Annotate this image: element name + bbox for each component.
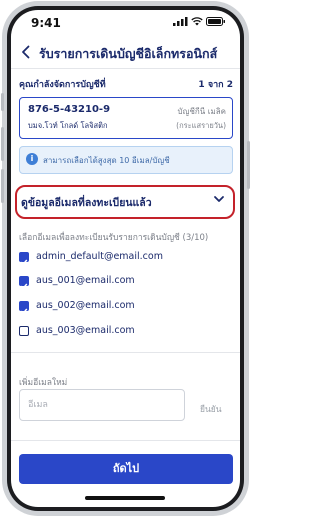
mute-switch bbox=[1, 93, 4, 111]
email-address: aus_003@email.com bbox=[36, 325, 135, 336]
power-button bbox=[247, 141, 250, 189]
checkbox-checked[interactable] bbox=[19, 252, 29, 266]
account-name: บมจ.โวท์ โกลด์ โลจิสติก bbox=[28, 121, 108, 130]
cellular-signal-icon bbox=[173, 17, 188, 26]
email-address: aus_002@email.com bbox=[36, 300, 135, 311]
volume-up-button bbox=[1, 127, 4, 161]
chevron-left-icon[interactable] bbox=[21, 45, 31, 59]
email-selection-label: เลือกอีเมลเพื่อลงทะเบียนรับรายการเดินบัญ… bbox=[19, 233, 209, 243]
app-header: รับรายการเดินบัญชีอิเล็กทรอนิกส์ bbox=[11, 38, 240, 66]
email-address: admin_default@email.com bbox=[36, 251, 163, 262]
account-number: 876-5-43210-9 bbox=[28, 104, 111, 115]
email-address: aus_001@email.com bbox=[36, 275, 135, 286]
account-type: บัญชีกีนี เมลิค bbox=[177, 107, 226, 116]
account-subtype: (กระแสรายวัน) bbox=[176, 121, 226, 130]
checkmark-icon bbox=[20, 259, 28, 266]
checkbox-checked[interactable] bbox=[19, 276, 29, 290]
section-divider bbox=[11, 352, 240, 353]
info-banner-text: สามารถเลือกได้สูงสุด 10 อีเมล/บัญชี bbox=[43, 156, 170, 165]
checkbox-unchecked[interactable] bbox=[19, 326, 29, 336]
chevron-down-icon bbox=[214, 196, 224, 202]
registered-emails-dropdown[interactable]: ดูข้อมูลอีเมลที่ลงทะเบียนแล้ว bbox=[21, 191, 227, 213]
info-banner: i สามารถเลือกได้สูงสุด 10 อีเมล/บัญชี bbox=[19, 146, 233, 174]
account-card: 876-5-43210-9 บมจ.โวท์ โกลด์ โลจิสติก บั… bbox=[19, 97, 233, 139]
info-icon: i bbox=[26, 153, 38, 165]
dropdown-label: ดูข้อมูลอีเมลที่ลงทะเบียนแล้ว bbox=[21, 197, 152, 209]
checkmark-icon bbox=[20, 283, 28, 290]
header-divider bbox=[11, 68, 240, 69]
page-indicator: 1 จาก 2 bbox=[198, 80, 233, 90]
footer-divider bbox=[11, 440, 240, 441]
page-title: รับรายการเดินบัญชีอิเล็กทรอนิกส์ bbox=[39, 46, 218, 61]
volume-down-button bbox=[1, 169, 4, 203]
confirm-email-button[interactable]: ยืนยัน bbox=[200, 402, 222, 416]
status-icons bbox=[173, 17, 226, 26]
home-indicator bbox=[85, 496, 165, 500]
status-time: 9:41 bbox=[31, 16, 61, 30]
status-bar: 9:41 bbox=[11, 10, 240, 36]
wifi-icon bbox=[191, 17, 203, 26]
account-manage-label: คุณกำลังจัดการบัญชีที่ bbox=[19, 80, 106, 90]
checkmark-icon bbox=[20, 308, 28, 315]
add-email-label: เพิ่มอีเมลใหม่ bbox=[19, 378, 68, 388]
new-email-input[interactable] bbox=[19, 389, 185, 421]
battery-icon bbox=[206, 17, 225, 26]
app-screen: 9:41 รับรายการเดินบัญชีอิเล็กทรอนิกส์ คุ… bbox=[11, 10, 240, 507]
checkbox-checked[interactable] bbox=[19, 301, 29, 315]
next-button[interactable]: ถัดไป bbox=[19, 454, 233, 484]
